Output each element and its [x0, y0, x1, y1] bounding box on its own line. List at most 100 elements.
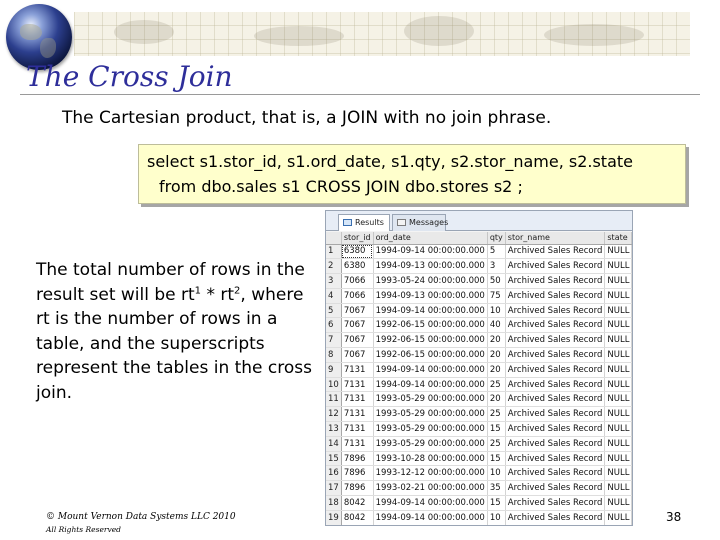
grid-cell[interactable]: 1993-12-12 00:00:00.000: [373, 465, 488, 482]
grid-cell[interactable]: 1994-09-14 00:00:00.000: [373, 510, 488, 525]
grid-cell[interactable]: 6380: [341, 244, 374, 260]
grid-cell[interactable]: NULL: [605, 525, 632, 526]
grid-cell[interactable]: Archived Sales Record: [505, 495, 606, 511]
grid-cell[interactable]: 1993-05-22 00:00:00.000: [373, 525, 487, 526]
grid-cell[interactable]: 7066: [341, 273, 374, 289]
grid-cell[interactable]: 20: [487, 362, 506, 378]
table-row[interactable]: 17 7896 1993-02-21 00:00:00.000 35 Archived …: [326, 480, 632, 497]
row-number-cell[interactable]: 2: [326, 258, 342, 275]
tab-messages[interactable]: Messages: [392, 214, 448, 231]
table-row[interactable]: 6 7067 1992-06-15 00:00:00.000 40 Archived S…: [326, 317, 632, 334]
grid-cell[interactable]: 25: [487, 436, 506, 452]
table-row[interactable]: 16 7896 1993-12-12 00:00:00.000 10 Archived …: [326, 465, 632, 482]
grid-cell[interactable]: 7131: [341, 391, 374, 408]
grid-cell[interactable]: NULL: [604, 451, 632, 467]
grid-cell[interactable]: 10: [487, 510, 506, 525]
row-number-cell[interactable]: 17: [326, 480, 342, 497]
grid-cell[interactable]: 10: [487, 465, 506, 482]
grid-cell[interactable]: Archived Sales Record: [505, 288, 606, 304]
grid-cell[interactable]: Archived Sales Record: [505, 258, 606, 275]
grid-cell[interactable]: 1994-09-14 00:00:00.000: [373, 303, 488, 319]
grid-cell[interactable]: 20: [487, 347, 506, 363]
grid-cell[interactable]: Archived Sales Record: [505, 244, 606, 260]
grid-cell[interactable]: 1993-05-24 00:00:00.000: [373, 273, 488, 289]
grid-cell[interactable]: 7131: [341, 362, 374, 378]
table-row[interactable]: 9 7131 1994-09-14 00:00:00.000 20 Archived S…: [326, 362, 632, 378]
grid-cell[interactable]: 30: [487, 525, 505, 526]
grid-cell[interactable]: 1994-09-14 00:00:00.000: [373, 244, 488, 260]
grid-cell[interactable]: Archived Sales Record: [505, 362, 606, 378]
grid-cell[interactable]: Archived Sales Record: [505, 377, 606, 393]
grid-cell[interactable]: 5: [487, 244, 506, 260]
grid-cell[interactable]: 1993-05-29 00:00:00.000: [373, 406, 488, 423]
grid-cell[interactable]: 1992-06-15 00:00:00.000: [373, 317, 488, 334]
grid-cell[interactable]: 75: [487, 288, 506, 304]
grid-cell[interactable]: 7896: [341, 465, 374, 482]
column-header[interactable]: qty: [487, 232, 506, 245]
row-number-cell[interactable]: 9: [326, 362, 342, 378]
table-row[interactable]: 10 7131 1994-09-14 00:00:00.000 25 Archived …: [326, 377, 632, 393]
grid-cell[interactable]: 1992-06-15 00:00:00.000: [373, 347, 488, 363]
tab-results[interactable]: Results: [338, 214, 390, 231]
grid-cell[interactable]: 25: [487, 406, 506, 423]
grid-cell[interactable]: 1994-09-13 00:00:00.000: [373, 288, 488, 304]
grid-cell[interactable]: NULL: [604, 391, 632, 408]
grid-cell[interactable]: Archived Sales Record: [505, 436, 606, 452]
table-row[interactable]: 18 8042 1994-09-14 00:00:00.000 15 Archived …: [326, 495, 632, 511]
grid-cell[interactable]: 1992-06-15 00:00:00.000: [373, 332, 488, 349]
grid-cell[interactable]: NULL: [604, 317, 632, 334]
table-row[interactable]: 3 7066 1993-05-24 00:00:00.000 50 Archived S…: [326, 273, 632, 289]
grid-cell[interactable]: 7131: [341, 377, 374, 393]
grid-cell[interactable]: 40: [487, 317, 506, 334]
grid-cell[interactable]: 3: [487, 258, 506, 275]
grid-cell[interactable]: NULL: [604, 288, 632, 304]
grid-cell[interactable]: NULL: [604, 406, 632, 423]
table-row[interactable]: 7 7067 1992-06-15 00:00:00.000 20 Archived S…: [326, 332, 632, 349]
row-number-cell[interactable]: 1: [326, 244, 342, 260]
grid-cell[interactable]: NULL: [604, 465, 632, 482]
grid-cell[interactable]: Archived Sales Record: [505, 317, 606, 334]
grid-cell[interactable]: 20: [487, 391, 506, 408]
grid-cell[interactable]: NULL: [604, 303, 632, 319]
column-header[interactable]: stor_name: [505, 232, 606, 245]
grid-cell[interactable]: Archived Sales Record: [505, 332, 606, 349]
grid-cell[interactable]: 10: [487, 303, 506, 319]
grid-cell[interactable]: 1993-05-29 00:00:00.000: [373, 436, 488, 452]
grid-cell[interactable]: Archived Sales Record: [505, 391, 606, 408]
grid-cell[interactable]: 7896: [341, 451, 374, 467]
row-number-cell[interactable]: 14: [326, 436, 342, 452]
grid-cell[interactable]: 7131: [341, 436, 374, 452]
table-row[interactable]: 5 7067 1994-09-14 00:00:00.000 10 Archived S…: [326, 303, 632, 319]
grid-cell[interactable]: Archived Sales Record: [505, 273, 606, 289]
row-number-cell[interactable]: 7: [326, 332, 342, 349]
grid-cell[interactable]: Archived Sales Record: [505, 406, 606, 423]
row-number-cell[interactable]: 10: [326, 377, 342, 393]
table-row[interactable]: 11 7131 1993-05-29 00:00:00.000 20 Archived …: [326, 391, 632, 408]
grid-cell[interactable]: NULL: [604, 480, 632, 497]
grid-cell[interactable]: 15: [487, 495, 506, 511]
row-number-cell[interactable]: 18: [326, 495, 342, 511]
row-number-cell[interactable]: 15: [326, 451, 342, 467]
grid-cell[interactable]: NULL: [604, 436, 632, 452]
table-row[interactable]: 8 7067 1992-06-15 00:00:00.000 20 Archived S…: [326, 347, 632, 363]
column-header[interactable]: [326, 232, 342, 245]
row-number-cell[interactable]: 16: [326, 465, 342, 482]
grid-cell[interactable]: Archived Sales Record: [505, 451, 606, 467]
grid-cell[interactable]: 1993-05-29 00:00:00.000: [373, 421, 488, 437]
grid-cell[interactable]: 1994-09-14 00:00:00.000: [373, 495, 488, 511]
grid-cell[interactable]: Archived Sales Record: [505, 510, 606, 525]
row-number-cell[interactable]: 19: [326, 510, 342, 525]
grid-cell[interactable]: 7067: [341, 347, 374, 363]
table-row[interactable]: 15 7896 1993-10-28 00:00:00.000 15 Archived …: [326, 451, 632, 467]
grid-cell[interactable]: NULL: [604, 244, 632, 260]
grid-cell[interactable]: 7067: [341, 303, 374, 319]
grid-cell[interactable]: NULL: [604, 258, 632, 275]
grid-cell[interactable]: 6380: [341, 258, 374, 275]
table-row[interactable]: 2 6380 1994-09-13 00:00:00.000 3 Archived Sa…: [326, 258, 632, 275]
grid-cell[interactable]: NULL: [604, 495, 632, 511]
grid-cell[interactable]: 15: [487, 421, 506, 437]
grid-cell[interactable]: NULL: [604, 347, 632, 363]
row-number-cell[interactable]: 12: [326, 406, 342, 423]
grid-cell[interactable]: Archived Sales Record: [505, 465, 606, 482]
grid-cell[interactable]: Archived Sales Record: [505, 303, 606, 319]
